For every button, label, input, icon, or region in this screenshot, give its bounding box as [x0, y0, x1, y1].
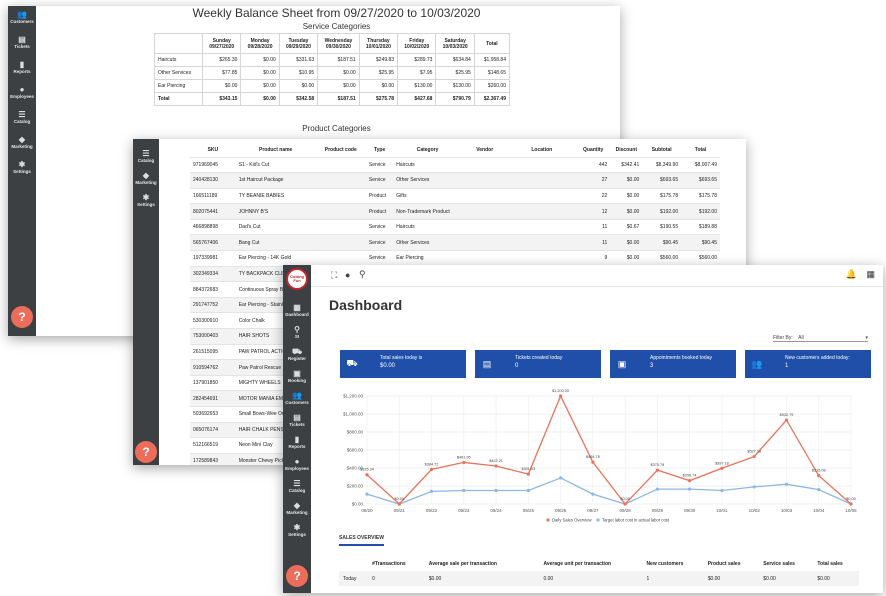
x-tick-label: 09/29	[652, 508, 664, 513]
x-tick-label: 10/01	[716, 508, 728, 513]
data-label: $0.00	[620, 497, 630, 501]
data-point	[526, 472, 530, 476]
cell: 0.00	[543, 575, 554, 582]
y-tick-label: $1,200.00	[343, 394, 364, 399]
cell: 0	[372, 575, 375, 582]
data-label: $397.18	[715, 461, 729, 465]
x-tick-label: 09/24	[490, 508, 502, 513]
data-point	[397, 502, 401, 506]
sales-chart: $1,200.00$1,000.00$800.00$600.00$400.00$…	[343, 389, 857, 523]
info-icon	[529, 556, 540, 571]
x-tick-label: 09/20	[361, 508, 373, 513]
data-point	[365, 473, 369, 477]
cell: Today	[343, 575, 357, 582]
column-header: Average sale per transaction	[428, 560, 497, 567]
y-tick-label: $1,000.00	[343, 412, 364, 417]
data-point	[720, 488, 724, 493]
series-line-1	[366, 477, 852, 505]
data-point	[462, 488, 466, 493]
column-header: Average unit per transaction	[543, 560, 612, 567]
data-point	[559, 476, 563, 480]
column-header: #Transactions	[372, 560, 406, 567]
y-tick-label: $600.00	[347, 448, 364, 453]
column-header	[339, 556, 368, 571]
data-point	[591, 460, 595, 464]
data-point	[817, 488, 821, 492]
cell: $0.00	[817, 575, 830, 582]
data-point	[655, 487, 660, 491]
x-tick-label: 09/23	[458, 508, 470, 513]
x-tick-label: 10/04	[813, 508, 825, 513]
data-point	[849, 502, 853, 506]
data-point	[591, 492, 595, 496]
data-point	[429, 467, 434, 471]
x-tick-label: 09/28	[620, 508, 632, 513]
data-label: $1,200.00	[552, 389, 569, 393]
data-point	[784, 418, 789, 422]
data-label: $375.78	[651, 463, 665, 467]
legend-entry: Daily Sales Overview	[552, 518, 593, 523]
data-label: $422.21	[489, 459, 503, 463]
data-label: $527.18	[747, 450, 761, 454]
x-tick-label: 10/05	[845, 508, 857, 513]
sales-overview-table: #Transactions Average sale per transactio…	[339, 556, 859, 586]
legend-swatch	[546, 518, 550, 522]
data-label: $384.72	[425, 462, 439, 466]
legend-swatch	[596, 518, 600, 522]
data-point	[655, 468, 660, 472]
data-label: $325.34	[360, 468, 374, 472]
y-tick-label: $800.00	[347, 430, 364, 435]
cell: $0.00	[763, 575, 776, 582]
x-tick-label: 09/22	[426, 508, 438, 513]
data-label: $461.95	[457, 455, 471, 459]
column-header: New customers	[646, 560, 684, 567]
data-point	[720, 466, 724, 470]
y-tick-label: $0.00	[352, 502, 364, 507]
y-tick-label: $200.00	[347, 484, 364, 489]
data-point	[752, 485, 756, 489]
data-label: $0.00	[846, 497, 856, 501]
column-header: Service sales	[763, 560, 795, 567]
data-point	[688, 487, 692, 491]
data-label: $315.08	[812, 469, 826, 473]
data-point	[817, 474, 821, 478]
data-point	[688, 479, 692, 483]
x-tick-label: 09/30	[684, 508, 696, 513]
sales-overview-tab[interactable]: SALES OVERVIEW	[339, 535, 384, 546]
data-point	[752, 454, 756, 459]
legend-entry: Target labor cost in actual labor cost	[602, 518, 670, 523]
data-point	[365, 492, 369, 496]
x-tick-label: 10/02	[749, 508, 761, 513]
x-tick-label: 09/27	[587, 508, 599, 513]
data-point	[526, 488, 530, 493]
data-point	[462, 460, 466, 465]
column-header: Product sales	[707, 560, 741, 567]
data-point	[559, 394, 563, 398]
data-point	[494, 464, 498, 468]
data-label: $464.78	[586, 455, 600, 459]
x-tick-label: 09/21	[394, 508, 406, 513]
column-header: Total sales	[817, 560, 843, 567]
x-tick-label: 09/25	[523, 508, 535, 513]
data-point	[623, 502, 627, 506]
x-tick-label: 09/26	[555, 508, 567, 513]
data-point	[784, 482, 789, 486]
cell: $0.00	[707, 575, 721, 582]
data-label: $932.79	[780, 413, 794, 417]
x-tick-label: 10/03	[781, 508, 793, 513]
data-label: $0.00	[395, 497, 405, 501]
data-label: $259.74	[683, 474, 697, 478]
cell	[529, 571, 540, 586]
data-label: $331.63	[521, 467, 535, 471]
data-point	[429, 489, 434, 493]
cell: $0.00	[428, 575, 442, 582]
cell: 1	[646, 575, 650, 582]
data-point	[494, 488, 498, 493]
